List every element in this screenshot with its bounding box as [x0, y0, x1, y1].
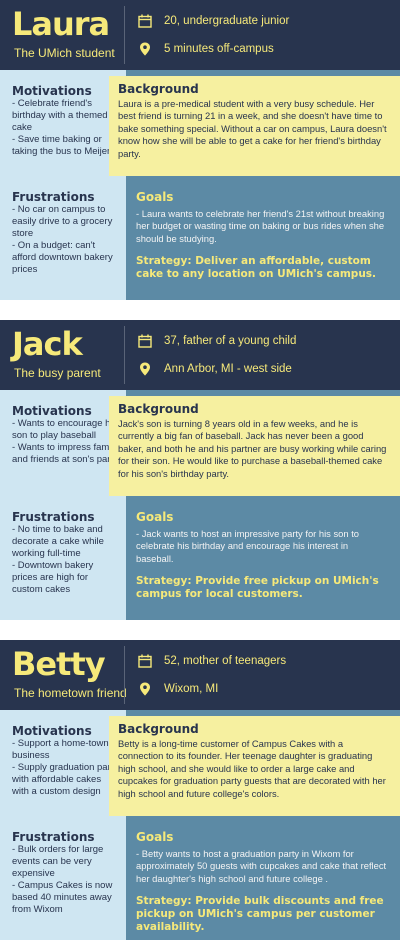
- frustrations-section: Frustrations - No car on campus to easil…: [12, 190, 120, 276]
- strategy-text: Strategy: Provide free pickup on UMich's…: [136, 575, 379, 601]
- age-text: 20, undergraduate junior: [164, 15, 290, 27]
- age-info: 52, mother of teenagers: [138, 654, 286, 668]
- location-pin-icon: [140, 682, 150, 696]
- background-heading: Background: [118, 402, 199, 416]
- strategy-text: Strategy: Provide bulk discounts and fre…: [136, 895, 384, 934]
- persona-card-betty: Betty The hometown friend 52, mother of …: [0, 640, 400, 940]
- location-text: Wixom, MI: [164, 683, 219, 695]
- location-text: Ann Arbor, MI - west side: [164, 363, 292, 375]
- motivations-section: Motivations - Celebrate friend's birthda…: [12, 84, 120, 158]
- persona-subtitle: The hometown friend: [14, 686, 127, 700]
- persona-card-laura: Laura The UMich student 20, undergraduat…: [0, 0, 400, 300]
- motivations-section: Motivations - Wants to encourage his son…: [12, 404, 120, 466]
- frustrations-heading: Frustrations: [12, 510, 95, 524]
- persona-name: Jack: [12, 325, 83, 363]
- frustrations-section: Frustrations - Bulk orders for large eve…: [12, 830, 120, 916]
- motivation-item: - Wants to impress family and friends at…: [12, 442, 119, 465]
- background-text: Betty is a long-time customer of Campus …: [118, 738, 386, 799]
- frustration-item: - On a budget: can't afford downtown bak…: [12, 240, 113, 275]
- motivation-item: - Supply graduation party with affordabl…: [12, 762, 119, 797]
- persona-header: Betty The hometown friend 52, mother of …: [0, 640, 400, 710]
- frustrations-section: Frustrations - No time to bake and decor…: [12, 510, 120, 596]
- calendar-icon: [138, 14, 152, 28]
- header-divider: [124, 646, 125, 704]
- motivation-item: - Save time baking or taking the bus to …: [12, 134, 111, 157]
- goals-section: Goals - Jack wants to host an impressive…: [136, 510, 388, 601]
- frustration-item: - Campus Cakes is now based 40 minutes a…: [12, 880, 113, 915]
- age-info: 37, father of a young child: [138, 334, 296, 348]
- frustration-item: - Downtown bakery prices are high for cu…: [12, 560, 94, 595]
- persona-body: Motivations - Celebrate friend's birthda…: [0, 70, 400, 300]
- persona-header: Jack The busy parent 37, father of a you…: [0, 320, 400, 390]
- goals-section: Goals - Betty wants to host a graduation…: [136, 830, 388, 934]
- header-divider: [124, 326, 125, 384]
- background-box: Background Betty is a long-time customer…: [109, 716, 400, 816]
- header-divider: [124, 6, 125, 64]
- persona-name: Betty: [12, 645, 106, 683]
- persona-subtitle: The busy parent: [14, 366, 101, 380]
- age-text: 52, mother of teenagers: [164, 655, 287, 667]
- persona-name: Laura: [12, 5, 110, 43]
- goals-heading: Goals: [136, 510, 174, 524]
- persona-header: Laura The UMich student 20, undergraduat…: [0, 0, 400, 70]
- motivations-section: Motivations - Support a home-town busine…: [12, 724, 120, 798]
- background-text: Laura is a pre-medical student with a ve…: [118, 98, 387, 159]
- frustrations-heading: Frustrations: [12, 830, 95, 844]
- motivations-heading: Motivations: [12, 724, 92, 738]
- goals-text: - Betty wants to host a graduation party…: [136, 848, 387, 884]
- motivations-heading: Motivations: [12, 404, 92, 418]
- frustration-item: - No car on campus to easily drive to a …: [12, 204, 113, 239]
- background-text: Jack's son is turning 8 years old in a f…: [118, 418, 387, 479]
- frustrations-heading: Frustrations: [12, 190, 95, 204]
- background-box: Background Jack's son is turning 8 years…: [109, 396, 400, 496]
- age-info: 20, undergraduate junior: [138, 14, 289, 28]
- calendar-icon: [138, 654, 152, 668]
- frustration-item: - No time to bake and decorate a cake wh…: [12, 524, 104, 559]
- location-info: Ann Arbor, MI - west side: [138, 362, 292, 376]
- goals-text: - Laura wants to celebrate her friend's …: [136, 208, 385, 244]
- motivations-heading: Motivations: [12, 84, 92, 98]
- motivation-item: - Support a home-town business: [12, 738, 109, 761]
- persona-body: Motivations - Support a home-town busine…: [0, 710, 400, 940]
- strategy-text: Strategy: Deliver an affordable, custom …: [136, 255, 377, 281]
- frustration-item: - Bulk orders for large events can be ve…: [12, 844, 104, 879]
- goals-heading: Goals: [136, 190, 174, 204]
- calendar-icon: [138, 334, 152, 348]
- background-heading: Background: [118, 82, 199, 96]
- persona-card-jack: Jack The busy parent 37, father of a you…: [0, 320, 400, 620]
- background-heading: Background: [118, 722, 199, 736]
- location-text: 5 minutes off-campus: [164, 43, 274, 55]
- location-info: 5 minutes off-campus: [138, 42, 274, 56]
- location-pin-icon: [140, 362, 150, 376]
- location-pin-icon: [140, 42, 150, 56]
- background-box: Background Laura is a pre-medical studen…: [109, 76, 400, 176]
- goals-section: Goals - Laura wants to celebrate her fri…: [136, 190, 388, 281]
- location-info: Wixom, MI: [138, 682, 218, 696]
- age-text: 37, father of a young child: [164, 335, 297, 347]
- goals-heading: Goals: [136, 830, 174, 844]
- persona-subtitle: The UMich student: [14, 46, 115, 60]
- motivation-item: - Celebrate friend's birthday with a the…: [12, 98, 108, 133]
- persona-body: Motivations - Wants to encourage his son…: [0, 390, 400, 620]
- motivation-item: - Wants to encourage his son to play bas…: [12, 418, 118, 441]
- goals-text: - Jack wants to host an impressive party…: [136, 528, 360, 564]
